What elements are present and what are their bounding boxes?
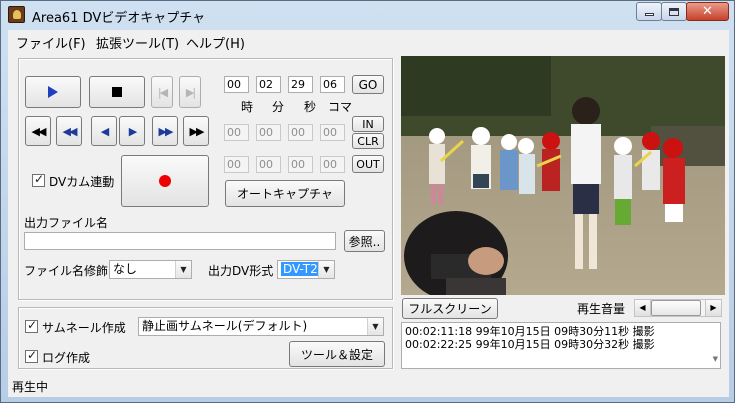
close-button[interactable]: ✕ <box>686 2 729 21</box>
minimize-icon <box>644 13 654 16</box>
fast-forward-icon: ▶▶ <box>189 124 205 138</box>
fullscreen-button[interactable]: フルスクリーン <box>402 298 498 319</box>
fast-rewind-icon: ◀◀ <box>31 124 47 138</box>
volume-scrollbar[interactable]: ◀ ▶ <box>634 299 722 317</box>
dv-format-label: 出力DV形式 <box>208 264 274 278</box>
stop-icon <box>112 87 122 97</box>
menu-help[interactable]: ヘルプ(H) <box>186 33 245 52</box>
unit-minute-label: 分 <box>272 100 285 114</box>
timecode-hour-input[interactable]: 00 <box>224 76 249 93</box>
minimize-button[interactable] <box>636 2 662 21</box>
fast-rewind-button[interactable]: ◀◀ <box>25 116 51 146</box>
scroll-down-icon[interactable]: ▼ <box>713 353 718 366</box>
prev-frame-icon: |◀ <box>157 85 168 99</box>
chevron-down-icon: ▼ <box>175 261 191 278</box>
caption-buttons: ✕ <box>636 2 729 21</box>
play-icon <box>48 86 58 98</box>
scroll-right-icon[interactable]: ▶ <box>705 300 721 316</box>
volume-label: 再生音量 <box>577 302 626 316</box>
menu-file[interactable]: ファイル(F) <box>16 33 86 52</box>
in-button[interactable]: IN <box>352 116 384 132</box>
dv-cam-checkbox[interactable] <box>32 172 45 187</box>
in-minute-input[interactable]: 00 <box>256 124 281 141</box>
thumbnail-mode-value: 静止画サムネール(デフォルト) <box>142 319 308 333</box>
output-filename-input[interactable] <box>24 232 336 250</box>
dv-format-select[interactable]: DV-T2 ▼ <box>277 260 335 279</box>
stop-button[interactable] <box>89 76 145 108</box>
record-button[interactable] <box>121 155 209 207</box>
filename-modifier-value: なし <box>113 262 138 276</box>
capture-log-list[interactable]: 00:02:11:18 99年10月15日 09時30分11秒 撮影 00:02… <box>401 322 721 369</box>
thumbnail-label: サムネール作成 <box>42 321 126 335</box>
clr-button[interactable]: CLR <box>352 133 384 149</box>
timecode-frame-input[interactable]: 06 <box>320 76 345 93</box>
scroll-left-icon[interactable]: ◀ <box>635 300 651 316</box>
out-hour-input[interactable]: 00 <box>224 156 249 173</box>
go-button[interactable]: GO <box>352 75 384 94</box>
dv-format-value: DV-T2 <box>281 262 320 276</box>
title-bar[interactable]: Area61 DVビデオキャプチャ ✕ <box>1 1 734 29</box>
list-item[interactable]: 00:02:22:25 99年10月15日 09時30分32秒 撮影 <box>405 338 717 351</box>
rewind-icon: ◀◀ <box>62 124 78 138</box>
video-preview <box>401 56 725 295</box>
filename-modifier-select[interactable]: なし ▼ <box>109 260 192 279</box>
unit-hour-label: 時 <box>241 100 254 114</box>
step-forward-icon: ▶ <box>128 124 138 138</box>
rewind-button[interactable]: ◀◀ <box>56 116 82 146</box>
vertical-scrollbar[interactable]: ▼ <box>706 323 720 368</box>
out-frame-input[interactable]: 00 <box>320 156 345 173</box>
log-label: ログ作成 <box>42 351 91 365</box>
auto-capture-button[interactable]: オートキャプチャ <box>225 180 345 207</box>
next-frame-icon: ▶| <box>185 85 196 99</box>
browse-button[interactable]: 参照.. <box>344 230 385 252</box>
unit-frame-label: コマ <box>328 100 353 114</box>
output-filename-label: 出力ファイル名 <box>24 216 109 230</box>
out-button[interactable]: OUT <box>352 155 384 173</box>
step-forward-button[interactable]: ▶ <box>119 116 145 146</box>
thumbnail-checkbox[interactable] <box>25 318 38 333</box>
window-title: Area61 DVビデオキャプチャ <box>32 11 206 26</box>
prev-chapter-button[interactable]: |◀ <box>151 76 173 108</box>
chevron-down-icon: ▼ <box>318 261 334 278</box>
play-button[interactable] <box>25 76 81 108</box>
menu-tools[interactable]: 拡張ツール(T) <box>96 33 179 52</box>
forward-button[interactable]: ▶▶ <box>152 116 178 146</box>
next-chapter-button[interactable]: ▶| <box>179 76 201 108</box>
thumbnail-mode-select[interactable]: 静止画サムネール(デフォルト) ▼ <box>138 317 384 336</box>
out-minute-input[interactable]: 00 <box>256 156 281 173</box>
record-icon <box>159 175 171 187</box>
chevron-down-icon: ▼ <box>367 318 383 335</box>
client-area: ファイル(F) 拡張ツール(T) ヘルプ(H) |◀ ▶| ◀◀ ◀◀ ◀ ▶ … <box>8 30 729 397</box>
menu-bar: ファイル(F) 拡張ツール(T) ヘルプ(H) <box>8 30 729 52</box>
unit-second-label: 秒 <box>304 100 317 114</box>
step-back-button[interactable]: ◀ <box>91 116 117 146</box>
volume-thumb[interactable] <box>651 300 701 316</box>
dv-cam-label: DVカム連動 <box>49 175 115 189</box>
in-frame-input[interactable]: 00 <box>320 124 345 141</box>
log-checkbox[interactable] <box>25 348 38 363</box>
filename-modifier-label: ファイル名修飾 <box>24 264 109 278</box>
status-text: 再生中 <box>12 380 49 394</box>
fast-forward-button[interactable]: ▶▶ <box>183 116 209 146</box>
in-second-input[interactable]: 00 <box>288 124 313 141</box>
timecode-minute-input[interactable]: 02 <box>256 76 281 93</box>
status-bar: 再生中 <box>8 375 729 397</box>
list-item[interactable]: 00:02:11:18 99年10月15日 09時30分11秒 撮影 <box>405 325 717 338</box>
maximize-button[interactable] <box>661 2 687 21</box>
in-hour-input[interactable]: 00 <box>224 124 249 141</box>
app-icon <box>8 6 25 23</box>
app-window: Area61 DVビデオキャプチャ ✕ ファイル(F) 拡張ツール(T) ヘルプ… <box>0 0 735 403</box>
maximize-icon <box>669 7 679 16</box>
out-second-input[interactable]: 00 <box>288 156 313 173</box>
close-icon: ✕ <box>702 4 713 19</box>
step-back-icon: ◀ <box>100 124 110 138</box>
tools-settings-button[interactable]: ツール＆設定 <box>289 341 385 367</box>
forward-icon: ▶▶ <box>158 124 174 138</box>
timecode-second-input[interactable]: 29 <box>288 76 313 93</box>
video-frame-image <box>401 56 725 295</box>
